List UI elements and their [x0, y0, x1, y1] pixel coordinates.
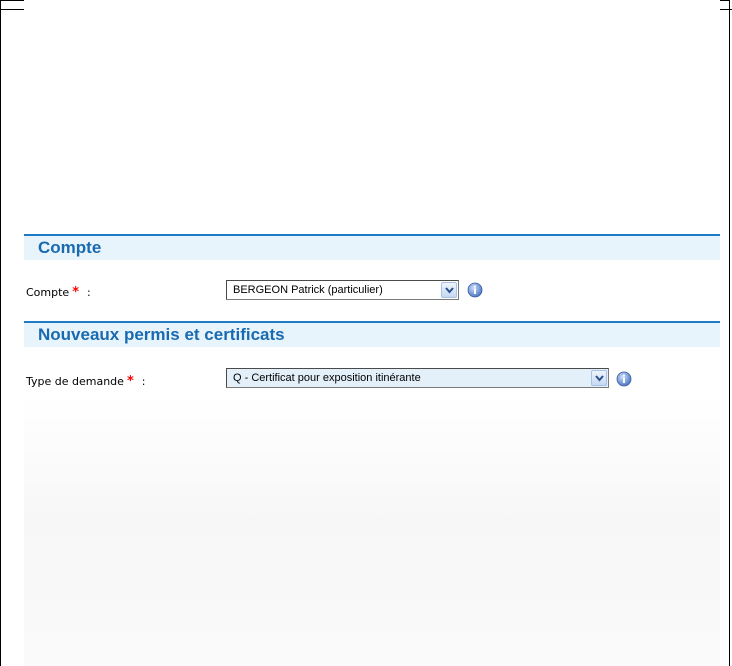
type-demande-dropdown-button[interactable] [591, 370, 607, 386]
compte-dropdown-button[interactable] [441, 282, 457, 298]
section-title-permis: Nouveaux permis et certificats [38, 325, 285, 344]
compte-label: Compte *: [26, 285, 91, 300]
required-marker: * [126, 374, 134, 389]
label-colon: : [87, 286, 91, 299]
type-demande-select-value: Q - Certificat pour exposition itinérant… [233, 372, 421, 384]
type-demande-label: Type de demande *: [26, 374, 145, 389]
chevron-down-icon [445, 287, 454, 294]
required-marker: * [72, 285, 80, 300]
label-colon: : [141, 375, 146, 388]
type-demande-select[interactable]: Q - Certificat pour exposition itinérant… [226, 368, 609, 388]
compte-label-text: Compte [26, 286, 70, 299]
form-panel: Compte Compte *: BERGEON Patrick (particu… [24, 0, 720, 666]
section-title-compte: Compte [38, 238, 102, 257]
type-demande-label-text: Type de demande [26, 375, 124, 388]
info-icon[interactable] [616, 371, 632, 387]
section-header-permis: Nouveaux permis et certificats [24, 321, 720, 347]
section-header-compte: Compte [24, 234, 720, 260]
info-icon[interactable] [467, 282, 483, 298]
compte-select[interactable]: BERGEON Patrick (particulier) [226, 280, 459, 300]
compte-select-value: BERGEON Patrick (particulier) [233, 284, 383, 296]
chevron-down-icon [595, 375, 604, 382]
